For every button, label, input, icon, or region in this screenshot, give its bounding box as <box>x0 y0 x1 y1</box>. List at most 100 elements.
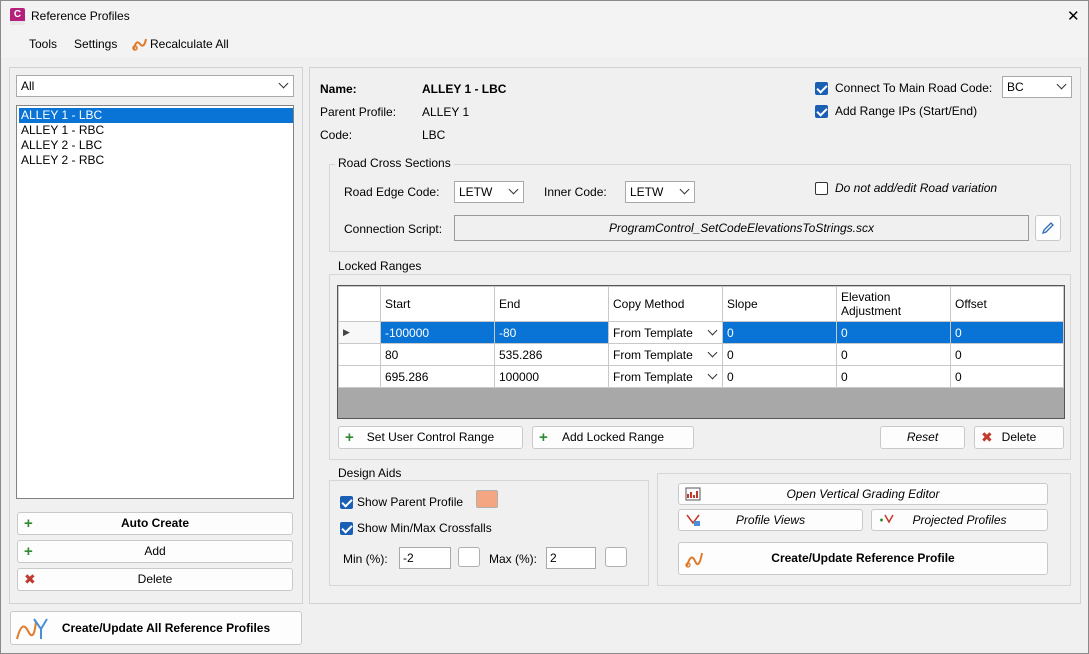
cell-slope[interactable]: 0 <box>722 343 837 366</box>
profile-filter-select[interactable]: All <box>16 75 294 97</box>
col-header-end[interactable]: End <box>494 286 609 322</box>
list-item[interactable]: ALLEY 2 - LBC <box>19 138 293 153</box>
table-row[interactable]: 80 535.286 From Template 0 0 0 <box>338 343 1064 366</box>
cell-slope[interactable]: 0 <box>722 365 837 388</box>
plus-icon: + <box>539 429 548 446</box>
projected-profiles-button[interactable]: Projected Profiles <box>871 509 1048 531</box>
connect-main-road-label: Connect To Main Road Code: <box>835 81 993 95</box>
inner-code-select[interactable]: LETW <box>625 181 695 203</box>
parent-profile-value: ALLEY 1 <box>422 105 470 119</box>
road-edge-code-label: Road Edge Code: <box>344 185 440 199</box>
cell-start[interactable]: 695.286 <box>380 365 495 388</box>
profile-list[interactable]: ALLEY 1 - LBC ALLEY 1 - RBC ALLEY 2 - LB… <box>16 105 294 499</box>
plus-icon: + <box>24 543 33 560</box>
edit-script-button[interactable] <box>1035 215 1061 241</box>
parent-profile-label: Parent Profile: <box>320 105 397 119</box>
delete-profile-button[interactable]: ✖ Delete <box>17 568 293 591</box>
table-row[interactable]: ▶ -100000 -80 From Template 0 0 0 <box>338 321 1064 344</box>
no-road-variation-checkbox[interactable] <box>815 182 828 195</box>
list-item[interactable]: ALLEY 1 - RBC <box>19 123 293 138</box>
max-percent-label: Max (%): <box>489 552 537 566</box>
road-cross-sections-title: Road Cross Sections <box>335 156 454 170</box>
connection-script-label: Connection Script: <box>344 222 443 236</box>
max-color-swatch[interactable] <box>605 547 627 567</box>
show-parent-profile-label: Show Parent Profile <box>357 495 464 509</box>
window-title: Reference Profiles <box>31 9 130 23</box>
reset-button[interactable]: Reset <box>880 426 965 449</box>
open-vertical-grading-editor-button[interactable]: Open Vertical Grading Editor <box>678 483 1048 505</box>
cell-start[interactable]: 80 <box>380 343 495 366</box>
road-edge-code-select[interactable]: LETW <box>454 181 524 203</box>
pencil-icon <box>1041 222 1054 235</box>
col-header-slope[interactable]: Slope <box>722 286 837 322</box>
min-color-swatch[interactable] <box>458 547 480 567</box>
list-item[interactable]: ALLEY 2 - RBC <box>19 153 293 168</box>
table-row[interactable]: 695.286 100000 From Template 0 0 0 <box>338 365 1064 388</box>
cell-copy-method[interactable]: From Template <box>608 343 723 366</box>
connect-main-road-checkbox[interactable] <box>815 82 828 95</box>
plus-icon: + <box>345 429 354 446</box>
add-locked-range-button[interactable]: + Add Locked Range <box>532 426 694 449</box>
design-aids-title: Design Aids <box>335 466 405 480</box>
min-percent-input[interactable]: -2 <box>399 547 451 569</box>
show-minmax-crossfalls-label: Show Min/Max Crossfalls <box>357 521 492 535</box>
profile-list-panel: All ALLEY 1 - LBC ALLEY 1 - RBC ALLEY 2 … <box>9 67 303 604</box>
add-range-ips-checkbox[interactable] <box>815 105 828 118</box>
plus-icon: + <box>24 515 33 532</box>
col-header-start[interactable]: Start <box>380 286 495 322</box>
inner-code-label: Inner Code: <box>544 185 607 199</box>
row-header <box>338 365 381 388</box>
col-header-elevation-adjustment[interactable]: Elevation Adjustment <box>836 286 951 322</box>
profile-chart-icon <box>14 615 48 654</box>
min-percent-label: Min (%): <box>343 552 388 566</box>
connection-script-field[interactable]: ProgramControl_SetCodeElevationsToString… <box>454 215 1029 241</box>
cell-end[interactable]: -80 <box>494 321 609 344</box>
chevron-down-icon <box>707 325 718 336</box>
name-value: ALLEY 1 - LBC <box>422 82 507 96</box>
row-selected-icon: ▶ <box>338 321 381 344</box>
main-road-code-select[interactable]: BC <box>1002 76 1072 98</box>
auto-create-button[interactable]: + Auto Create <box>17 512 293 535</box>
row-header <box>338 343 381 366</box>
menu-recalculate-all[interactable]: Recalculate All <box>150 37 229 51</box>
col-header-copy-method[interactable]: Copy Method <box>608 286 723 322</box>
no-road-variation-label: Do not add/edit Road variation <box>835 181 998 195</box>
locked-ranges-grid[interactable]: Start End Copy Method Slope Elevation Ad… <box>337 285 1065 419</box>
create-update-reference-profile-button[interactable]: Create/Update Reference Profile <box>678 542 1048 575</box>
cell-elevation-adjustment[interactable]: 0 <box>836 321 951 344</box>
cell-elevation-adjustment[interactable]: 0 <box>836 365 951 388</box>
parent-profile-color-swatch[interactable] <box>476 490 498 508</box>
code-label: Code: <box>320 128 353 142</box>
cell-copy-method[interactable]: From Template <box>608 365 723 388</box>
profile-detail-panel: Name: ALLEY 1 - LBC Parent Profile: ALLE… <box>309 67 1081 604</box>
cell-copy-method[interactable]: From Template <box>608 321 723 344</box>
set-user-control-range-button[interactable]: + Set User Control Range <box>338 426 523 449</box>
cell-end[interactable]: 100000 <box>494 365 609 388</box>
col-header-offset[interactable]: Offset <box>950 286 1064 322</box>
add-profile-button[interactable]: + Add <box>17 540 293 563</box>
chevron-down-icon <box>679 184 690 195</box>
max-percent-input[interactable]: 2 <box>546 547 596 569</box>
cell-offset[interactable]: 0 <box>950 365 1064 388</box>
close-icon[interactable]: ✕ <box>1067 7 1080 25</box>
list-item[interactable]: ALLEY 1 - LBC <box>19 108 293 123</box>
cell-offset[interactable]: 0 <box>950 343 1064 366</box>
show-parent-profile-checkbox[interactable] <box>340 496 353 509</box>
cell-slope[interactable]: 0 <box>722 321 837 344</box>
menu-settings[interactable]: Settings <box>74 37 117 51</box>
locked-ranges-title: Locked Ranges <box>335 259 425 273</box>
cell-start[interactable]: -100000 <box>380 321 495 344</box>
add-range-ips-label: Add Range IPs (Start/End) <box>835 104 978 118</box>
cell-offset[interactable]: 0 <box>950 321 1064 344</box>
title-bar: C Reference Profiles ✕ <box>1 1 1088 31</box>
chevron-down-icon <box>707 369 718 380</box>
cell-end[interactable]: 535.286 <box>494 343 609 366</box>
show-minmax-crossfalls-checkbox[interactable] <box>340 522 353 535</box>
delete-range-button[interactable]: ✖ Delete <box>974 426 1064 449</box>
menu-tools[interactable]: Tools <box>29 37 57 51</box>
create-update-all-button[interactable]: Create/Update All Reference Profiles <box>10 611 302 645</box>
cell-elevation-adjustment[interactable]: 0 <box>836 343 951 366</box>
row-header-corner <box>338 286 381 322</box>
profile-views-button[interactable]: Profile Views <box>678 509 863 531</box>
grading-chart-icon <box>685 487 701 507</box>
